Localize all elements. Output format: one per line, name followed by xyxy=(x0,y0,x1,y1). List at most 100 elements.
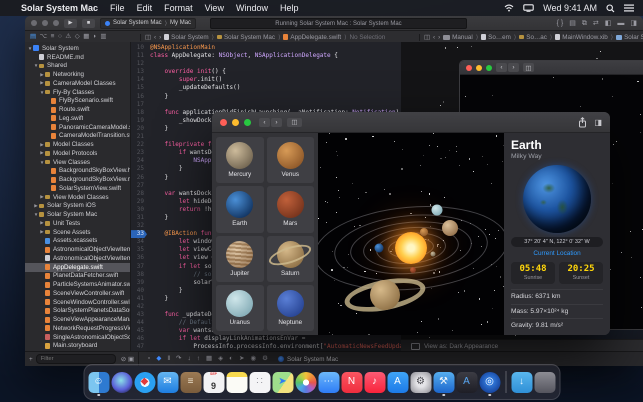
solar-system-app-icon[interactable]: ◎ xyxy=(479,372,500,393)
file-row[interactable]: SolarSystemPlanetsDataSource.swift xyxy=(25,307,130,316)
file-row[interactable]: BackgroundSkyBoxView.m xyxy=(25,175,130,184)
file-row[interactable]: ▶Scene Assets xyxy=(25,228,130,237)
memory-graph-icon[interactable]: ◈ xyxy=(218,356,223,363)
filter-input[interactable] xyxy=(36,354,116,364)
file-row[interactable]: ▼Solar System xyxy=(25,44,130,53)
file-row[interactable]: Main.storyboard xyxy=(25,342,130,351)
debug-area-panel-icon[interactable]: ▬ xyxy=(617,20,624,27)
source-control-navigator-icon[interactable]: ⌥ xyxy=(40,34,48,41)
inspector-panel-icon[interactable]: ◨ xyxy=(630,20,637,27)
scene-venus[interactable] xyxy=(420,228,428,236)
menu-item-view[interactable]: View xyxy=(205,3,224,13)
contacts-icon[interactable]: ≡ xyxy=(180,372,201,393)
menu-item-file[interactable]: File xyxy=(110,3,125,13)
breadcrumb-solar-system-mac[interactable]: Solar System Mac xyxy=(217,34,275,41)
menu-item-format[interactable]: Format xyxy=(164,3,193,13)
planet-cell-mars[interactable]: Mars xyxy=(267,186,315,232)
file-row[interactable]: AppDelegate.swift xyxy=(25,263,130,272)
app-store-icon[interactable]: A xyxy=(387,372,408,393)
wifi-icon[interactable] xyxy=(504,4,514,12)
file-row[interactable]: SceneViewAppearanceManager.swift xyxy=(25,315,130,324)
back-button[interactable]: ‹ xyxy=(259,118,270,127)
standard-editor-icon[interactable]: ▤ xyxy=(569,20,576,27)
jumpbar-forward-button[interactable]: › xyxy=(159,34,161,41)
planet-cell-jupiter[interactable]: Jupiter xyxy=(216,236,264,282)
assistant-editor-icon[interactable]: ⧉ xyxy=(582,20,587,27)
xcode-icon[interactable]: ⚒ xyxy=(433,372,454,393)
app-zoom-button[interactable] xyxy=(244,119,251,126)
file-row[interactable]: Assets.xcassets xyxy=(25,237,130,246)
file-row[interactable]: ▶CameraModel Classes xyxy=(25,79,130,88)
notification-center-icon[interactable] xyxy=(624,4,634,12)
file-row[interactable]: ▼View Classes xyxy=(25,158,130,167)
jumpbar-back-button[interactable]: ‹ xyxy=(154,34,156,41)
find-navigator-icon[interactable]: ○ xyxy=(58,34,62,41)
navigator-panel-icon[interactable]: ◧ xyxy=(605,20,612,27)
forward-button[interactable]: › xyxy=(271,118,282,127)
notes-icon[interactable] xyxy=(226,372,247,393)
file-row[interactable]: BackgroundSkyBoxView.h xyxy=(25,167,130,176)
scene-mercury[interactable] xyxy=(431,252,436,257)
file-row[interactable]: ▼Solar System Mac xyxy=(25,210,130,219)
file-row[interactable]: AstronomicalObjectViewItem.swift xyxy=(25,245,130,254)
simulate-location-icon[interactable]: ➤ xyxy=(239,356,244,363)
file-row[interactable]: CameraModelTransition.swift xyxy=(25,132,130,141)
source-control-filter-icon[interactable]: ▣ xyxy=(128,356,134,363)
file-row[interactable]: PlanetDataFetcher.swift xyxy=(25,272,130,281)
messages-icon[interactable]: ⋯ xyxy=(318,372,339,393)
menu-item-edit[interactable]: Edit xyxy=(137,3,153,13)
breadcrumb-no-selection[interactable]: No Selection xyxy=(350,34,386,41)
related-items-icon[interactable]: ◫ xyxy=(145,34,151,41)
variables-view-icon[interactable]: ▫ xyxy=(148,356,150,363)
safari-icon[interactable]: ◆ xyxy=(134,372,155,393)
planet-cell-uranus[interactable]: Uranus xyxy=(216,285,264,331)
breadcrumb-appdelegate-swift[interactable]: AppDelegate.swift xyxy=(283,34,341,41)
finder-icon[interactable]: ☺ xyxy=(88,372,109,393)
file-row[interactable]: ▼Fly-By Classes xyxy=(25,88,130,97)
menu-item-solar-system-mac[interactable]: Solar System Mac xyxy=(21,3,98,13)
report-navigator-icon[interactable]: ▥ xyxy=(100,34,106,41)
screenshot-icon[interactable]: ◉ xyxy=(251,356,257,363)
app-minimize-button[interactable] xyxy=(232,119,239,126)
scene-sun[interactable] xyxy=(395,232,427,264)
calendar-icon[interactable]: 9 xyxy=(203,372,224,393)
breadcrumb-solar-system[interactable]: Solar System xyxy=(616,34,643,41)
add-file-button[interactable]: + xyxy=(29,356,33,363)
file-row[interactable]: ▶Unit Tests xyxy=(25,219,130,228)
simulator-icon[interactable]: A xyxy=(456,372,477,393)
music-icon[interactable]: ♪ xyxy=(364,372,385,393)
file-row[interactable]: PanoramicCameraModel.swift xyxy=(25,123,130,132)
stop-button[interactable]: ■ xyxy=(82,19,95,28)
step-into-icon[interactable]: ↓ xyxy=(187,356,190,363)
file-row[interactable]: Route.swift xyxy=(25,105,130,114)
view-hierarchy-icon[interactable]: ▦ xyxy=(206,356,212,363)
breakpoints-enabled-icon[interactable]: ◆ xyxy=(156,356,161,363)
planet-cell-neptune[interactable]: Neptune xyxy=(267,285,315,331)
scene-uranus[interactable] xyxy=(432,204,443,215)
downloads-folder-icon[interactable]: ↓ xyxy=(511,372,532,393)
step-over-icon[interactable]: ↷ xyxy=(176,356,181,363)
environment-overrides-icon[interactable]: ◐ xyxy=(229,356,233,363)
scene-mars[interactable] xyxy=(410,267,416,273)
scene-jupiter[interactable] xyxy=(442,220,458,236)
file-row[interactable]: ▶Solar System iOS xyxy=(25,202,130,211)
jumpbar-back-button[interactable]: ‹ xyxy=(433,34,435,41)
xcode-close-button[interactable] xyxy=(31,20,37,26)
file-row[interactable]: ▶View Model Classes xyxy=(25,193,130,202)
breakpoint-marker[interactable]: 33 xyxy=(131,230,147,238)
scene-saturn[interactable] xyxy=(370,280,400,310)
file-row[interactable]: Leg.swift xyxy=(25,114,130,123)
menu-clock[interactable]: Wed 9:41 AM xyxy=(543,3,597,13)
file-row[interactable]: SolarSystemView.swift xyxy=(25,184,130,193)
breadcrumb-mainwindow-xib[interactable]: MainWindow.xib xyxy=(555,34,608,41)
app-close-button[interactable] xyxy=(220,119,227,126)
file-row[interactable]: SceneWindowController.swift xyxy=(25,298,130,307)
breakpoint-navigator-icon[interactable]: ◗ xyxy=(93,34,97,41)
planet-cell-mercury[interactable]: Mercury xyxy=(216,137,264,183)
breadcrumb-manual[interactable]: Manual xyxy=(443,34,473,41)
scene-earth[interactable] xyxy=(375,244,384,253)
app-titlebar[interactable]: ‹ › ◫ ◨ xyxy=(212,112,610,133)
version-editor-icon[interactable]: ⇄ xyxy=(593,20,599,27)
file-row[interactable]: ▶Model Classes xyxy=(25,140,130,149)
menu-item-window[interactable]: Window xyxy=(236,3,268,13)
